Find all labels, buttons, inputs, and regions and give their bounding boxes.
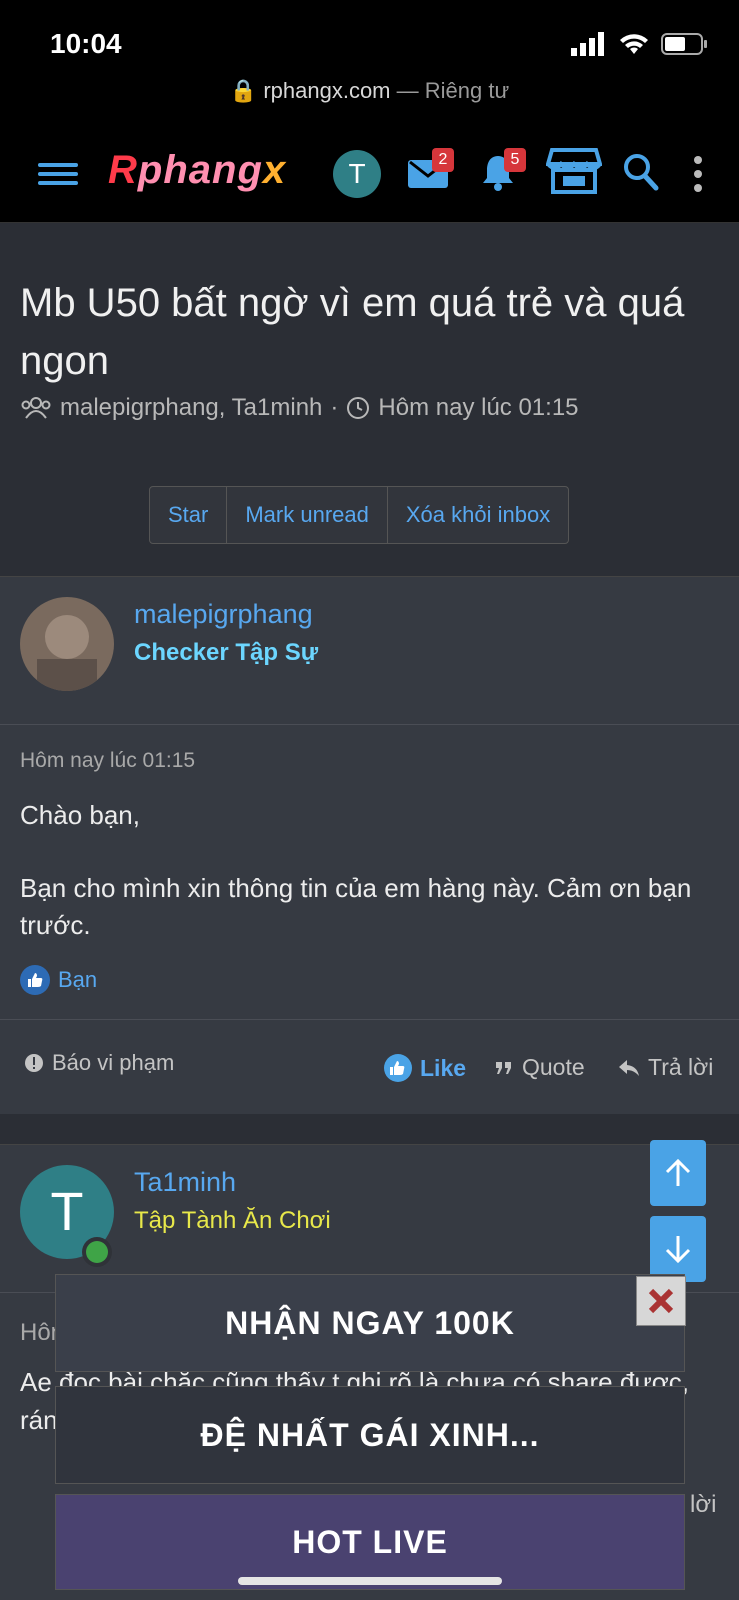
close-ad-button[interactable] [636,1276,686,1326]
arrow-up-icon [665,1158,691,1186]
lock-icon: 🔒 [229,78,258,103]
author-name[interactable]: Ta1minh [134,1167,236,1198]
meta-separator: · [330,394,339,421]
alerts-button[interactable]: 5 [478,148,526,197]
status-bar: 10:04 🔒 rphangx.com — Riêng tư [0,0,739,130]
store-button[interactable] [545,146,603,201]
ad-text: ĐỆ NHẤT GÁI XINH... [200,1416,540,1453]
page-title: Mb U50 bất ngờ vì em quá trẻ và quá ngon [20,281,685,383]
ad-text: HOT LIVE [292,1523,448,1560]
quote-button[interactable]: Quote [494,1054,585,1081]
report-button[interactable]: Báo vi phạm [24,1050,174,1076]
quote-icon [496,1061,511,1074]
message-author-row: malepigrphang Checker Tập Sự [0,577,739,725]
reply-button[interactable]: lời [690,1491,716,1519]
online-status-icon [82,1237,112,1267]
search-button[interactable] [622,152,660,197]
privacy-label: Riêng tư [424,78,510,103]
thumbs-up-icon [384,1054,412,1082]
author-title: Tập Tành Ăn Chơi [134,1207,331,1234]
message-author-row: T Ta1minh Tập Tành Ăn Chơi [0,1145,739,1293]
conversation-header: Mb U50 bất ngờ vì em quá trẻ và quá ngon… [0,224,739,576]
url-bar[interactable]: 🔒 rphangx.com — Riêng tư [0,78,739,104]
more-vertical-icon [694,156,702,192]
ad-banner[interactable]: NHẬN NGAY 100K [55,1274,685,1372]
system-icons [571,32,709,56]
conversation-time: Hôm nay lúc 01:15 [378,394,579,421]
messages-button[interactable]: 2 [406,148,454,197]
domain: rphangx.com [263,78,391,103]
clock: 10:04 [50,28,122,59]
scroll-top-button[interactable] [650,1140,706,1206]
message-text: Bạn cho mình xin thông tin của em hàng n… [20,873,692,940]
message-greeting: Chào bạn, [20,800,140,830]
close-icon [648,1288,674,1314]
message-body: Chào bạn, Bạn cho mình xin thông tin của… [20,797,710,944]
battery-icon [661,33,707,55]
url-separator: — [390,78,425,103]
site-logo[interactable]: Rphangx [108,148,286,193]
alerts-badge: 5 [504,148,526,172]
author-name[interactable]: malepigrphang [134,599,313,630]
arrow-down-icon [665,1236,691,1264]
star-button[interactable]: Star [150,487,228,543]
home-indicator[interactable] [238,1577,502,1585]
thumbs-up-icon [20,965,50,995]
like-button[interactable]: Like [384,1054,466,1082]
reply-icon [619,1059,639,1076]
likes-by: Bạn [58,967,98,992]
message-date: Hôm nay lúc 01:15 [20,749,196,772]
conversation-actions: Star Mark unread Xóa khỏi inbox [149,486,570,544]
ad-banner[interactable]: ĐỆ NHẤT GÁI XINH... [55,1386,685,1484]
ad-banner[interactable]: HOT LIVE [55,1494,685,1590]
menu-icon[interactable] [38,158,78,194]
scroll-bottom-button[interactable] [650,1216,706,1282]
remove-inbox-button[interactable]: Xóa khỏi inbox [388,487,568,543]
wifi-icon [620,34,648,54]
store-icon [545,148,603,194]
mark-unread-button[interactable]: Mark unread [227,487,388,543]
site-header: Rphangx T 2 5 [0,130,739,223]
reply-button[interactable]: Trả lời [618,1054,713,1081]
clock-icon [347,397,370,419]
messages-badge: 2 [432,148,454,172]
signal-icon [571,32,604,56]
author-title: Checker Tập Sự [134,639,319,666]
users-icon [21,397,51,419]
search-icon [624,154,659,191]
avatar[interactable] [20,597,114,691]
message-actions: Báo vi phạm Like Quote Trả lời [0,1019,739,1115]
message-post: malepigrphang Checker Tập Sự Hôm nay lúc… [0,576,739,1114]
ad-text: NHẬN NGAY 100K [225,1304,515,1341]
alert-icon [25,1054,43,1072]
user-avatar[interactable]: T [333,150,381,198]
likes-summary[interactable]: Bạn [20,965,97,995]
conversation-meta: malepigrphang, Ta1minh · Hôm nay lúc 01:… [20,394,579,422]
message-text: rán [20,1405,58,1435]
participants: malepigrphang, Ta1minh [60,394,323,421]
more-button[interactable] [690,154,706,199]
